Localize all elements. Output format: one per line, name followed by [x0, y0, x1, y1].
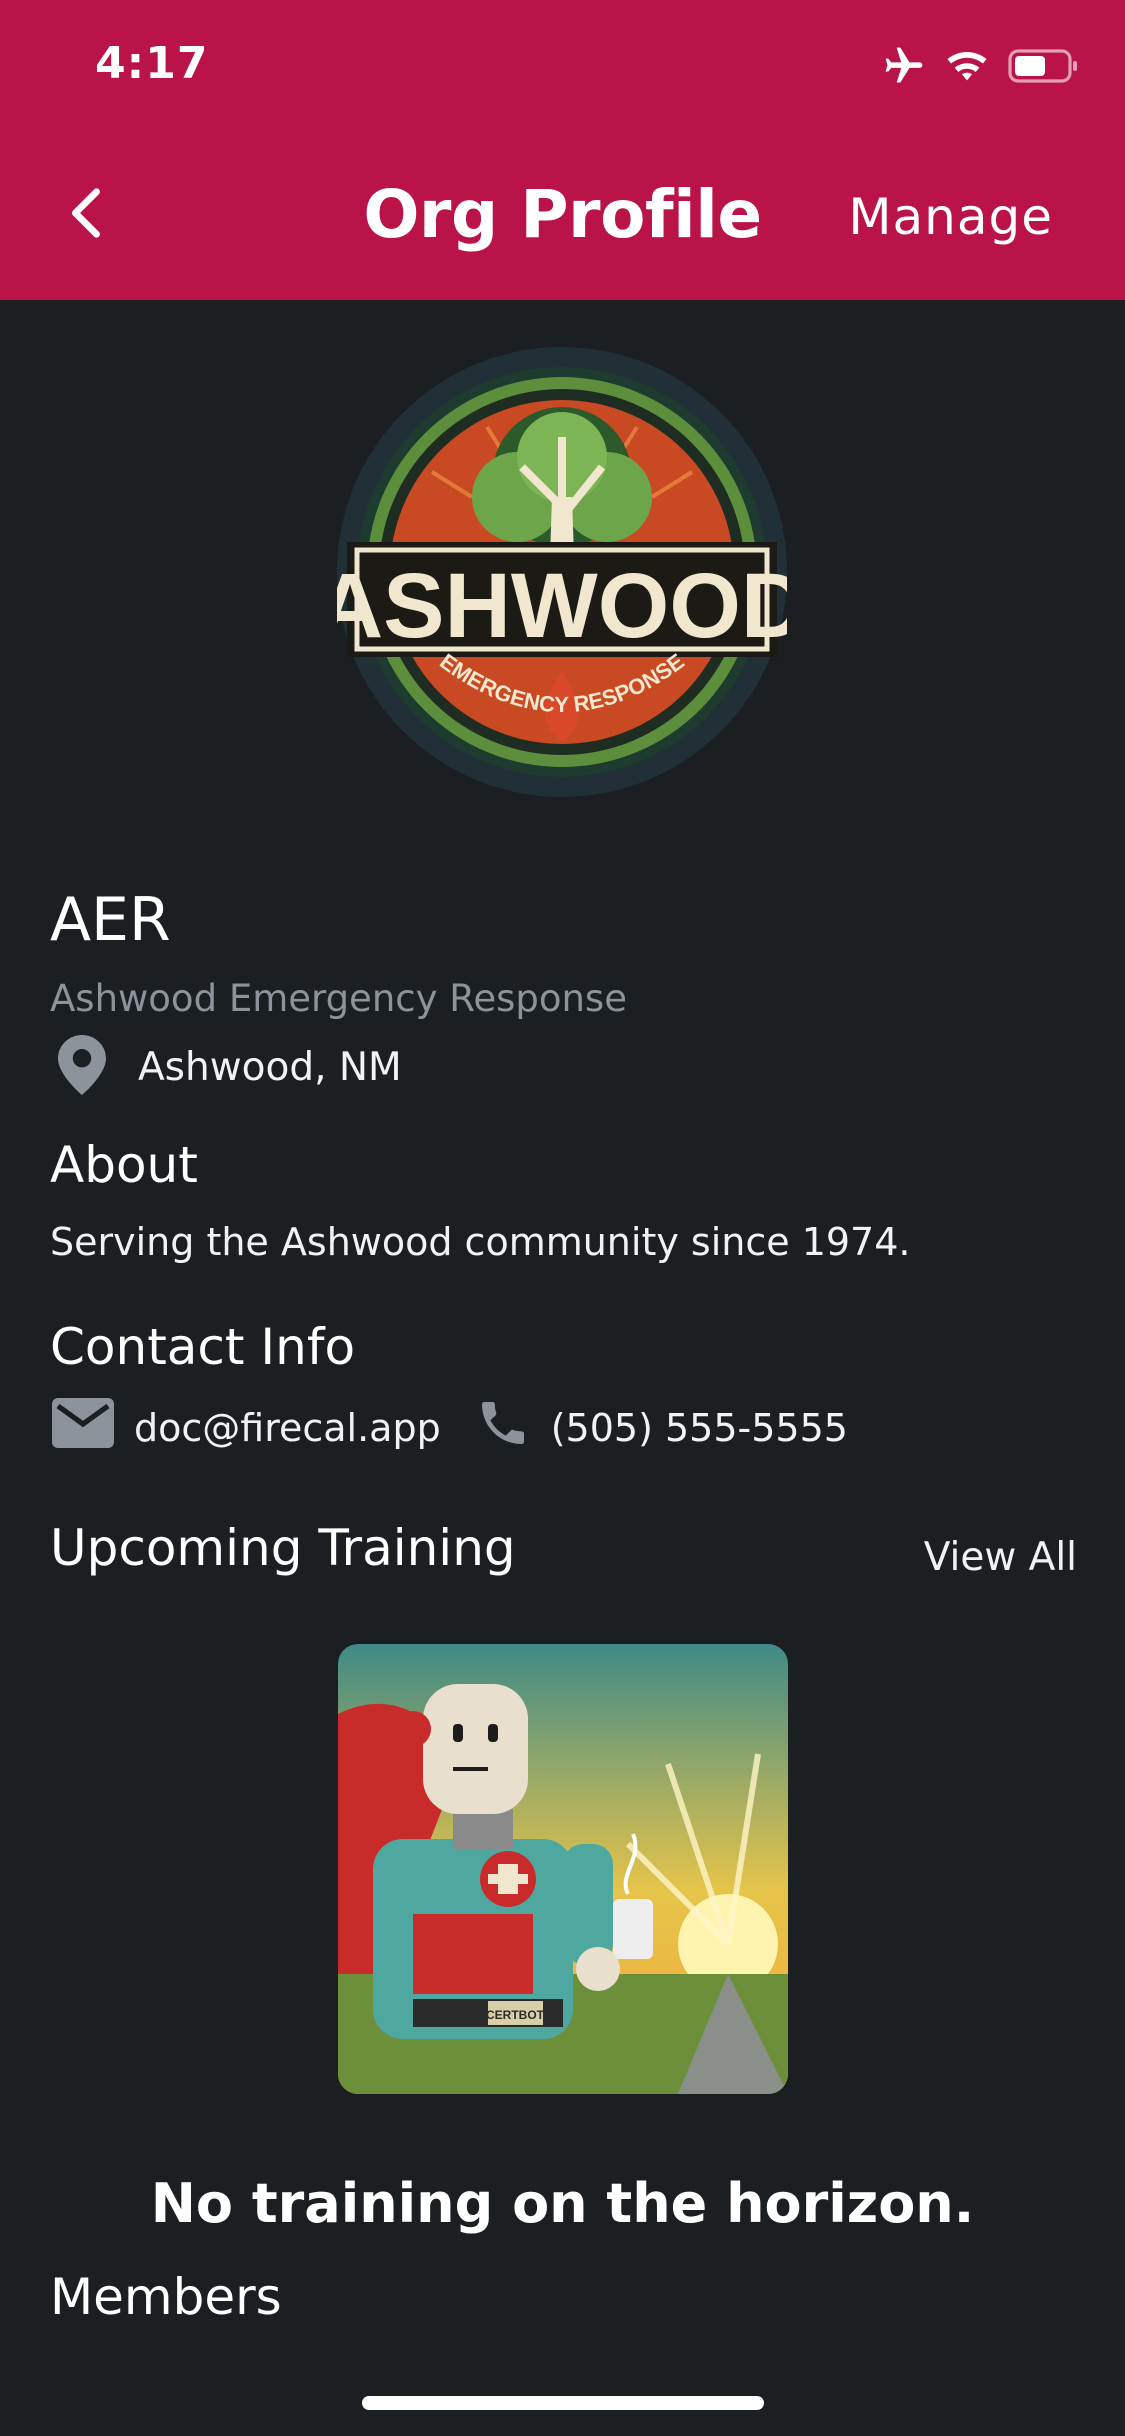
about-title: About — [50, 1136, 198, 1194]
org-full-name: Ashwood Emergency Response — [50, 977, 627, 1020]
home-indicator — [362, 2396, 764, 2410]
status-icons — [882, 40, 1080, 96]
email-text: doc@firecal.app — [134, 1405, 441, 1450]
members-title: Members — [50, 2268, 282, 2326]
svg-text:ASHWOOD: ASHWOOD — [337, 555, 787, 657]
manage-button[interactable]: Manage — [848, 188, 1053, 246]
training-title: Upcoming Training — [50, 1519, 516, 1577]
email-link[interactable]: doc@firecal.app — [52, 1398, 441, 1457]
contact-row: doc@firecal.app (505) 555-5555 — [52, 1395, 848, 1460]
training-empty-illustration: CERTBOT — [338, 1644, 788, 2094]
contact-title: Contact Info — [50, 1318, 356, 1376]
org-logo: ASHWOOD EMERGENCY RESPONSE — [317, 347, 807, 797]
battery-icon — [1008, 48, 1080, 88]
location-text: Ashwood, NM — [138, 1044, 402, 1090]
training-empty-message: No training on the horizon. — [150, 2172, 975, 2235]
org-short-name: AER — [50, 885, 171, 955]
phone-icon — [475, 1395, 531, 1460]
email-icon — [52, 1398, 114, 1457]
header-bar: 4:17 Org Profile Manage — [0, 0, 1125, 300]
airplane-icon — [882, 44, 926, 92]
svg-text:CERTBOT: CERTBOT — [486, 2008, 545, 2022]
phone-text: (505) 555-5555 — [550, 1405, 848, 1450]
about-text: Serving the Ashwood community since 1974… — [50, 1220, 911, 1264]
location-pin-icon — [58, 1035, 106, 1099]
view-all-button[interactable]: View All — [924, 1535, 1077, 1580]
phone-link[interactable]: (505) 555-5555 — [475, 1395, 848, 1460]
wifi-icon — [944, 46, 990, 90]
status-time: 4:17 — [95, 38, 209, 89]
location-row: Ashwood, NM — [58, 1035, 402, 1099]
